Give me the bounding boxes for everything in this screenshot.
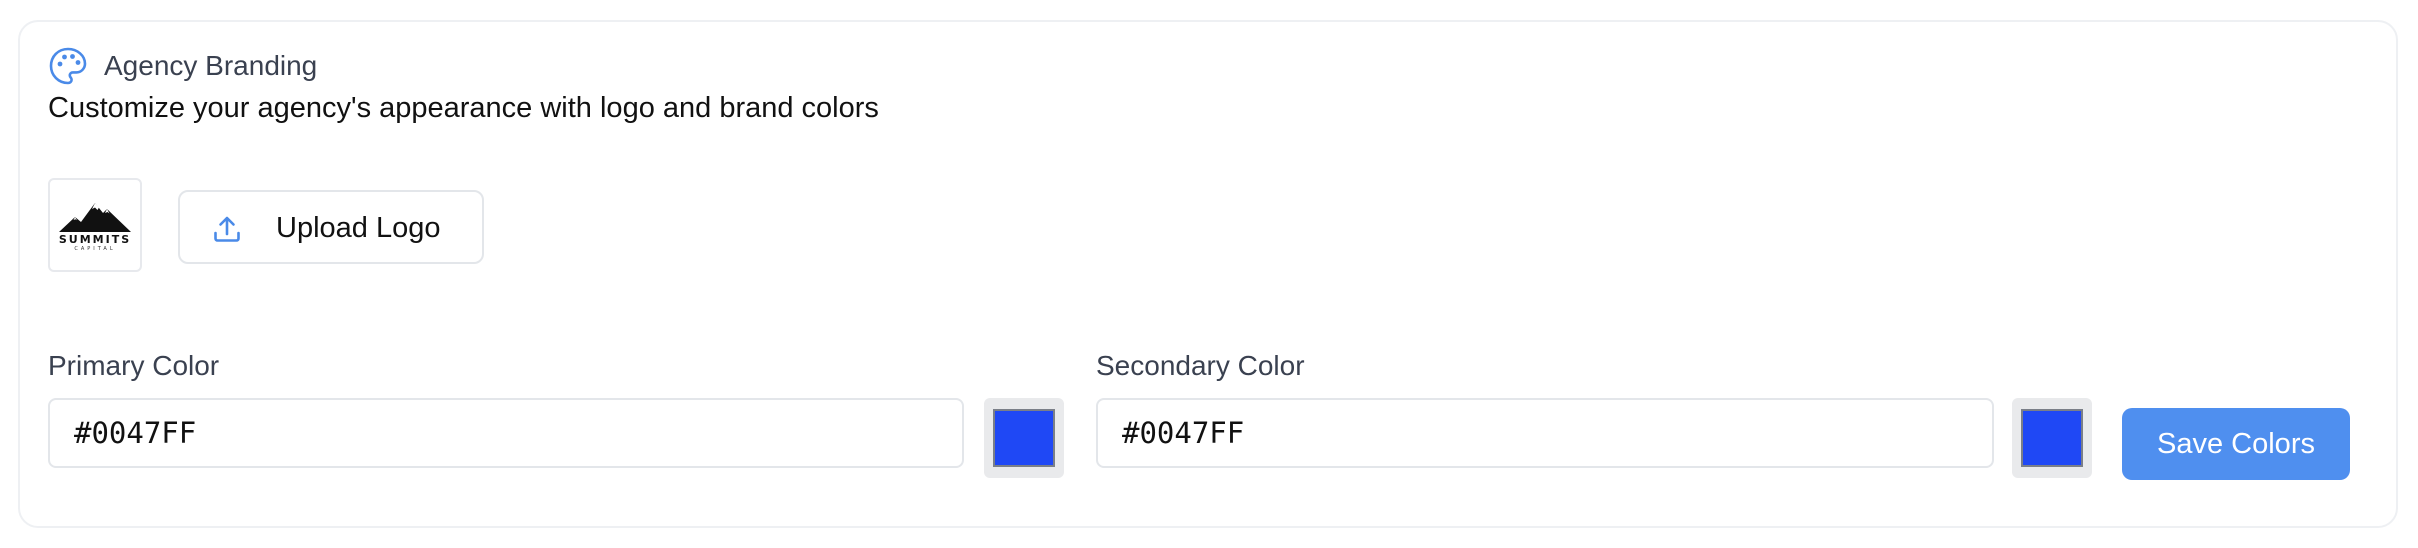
upload-logo-button[interactable]: Upload Logo (178, 190, 484, 264)
primary-color-swatch (993, 409, 1055, 467)
section-subtitle: Customize your agency's appearance with … (48, 92, 879, 124)
logo-wordmark: SUMMITS (58, 232, 132, 246)
upload-icon (214, 216, 240, 242)
section-title: Agency Branding (104, 50, 318, 81)
logo-tagline: CAPITAL (74, 245, 116, 252)
save-colors-button[interactable]: Save Colors (2122, 408, 2350, 480)
primary-color-label: Primary Color (48, 350, 220, 381)
secondary-color-swatch (2021, 409, 2083, 467)
palette-icon (49, 47, 87, 85)
primary-color-input[interactable] (48, 398, 964, 468)
secondary-color-label: Secondary Color (1096, 350, 1305, 381)
logo-preview: SUMMITS CAPITAL (48, 178, 142, 272)
upload-logo-label: Upload Logo (276, 212, 441, 244)
mountain-logo (59, 202, 131, 232)
section-header: Agency Branding (48, 46, 317, 86)
secondary-color-input[interactable] (1096, 398, 1994, 468)
primary-color-picker[interactable] (984, 398, 1064, 478)
secondary-color-picker[interactable] (2012, 398, 2092, 478)
